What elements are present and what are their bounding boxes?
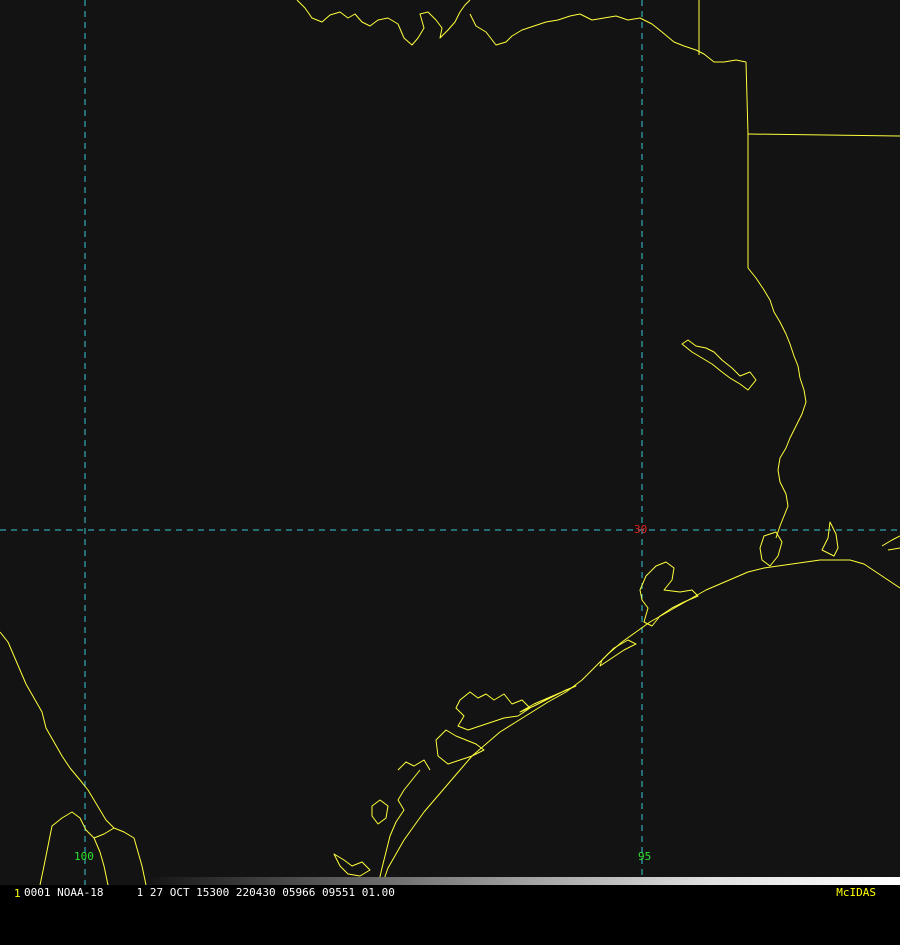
lake-outline <box>681 339 757 391</box>
map-overlay: 30 100 95 <box>0 0 900 886</box>
state-border-east <box>745 61 749 268</box>
corpus-christi-bay <box>435 729 485 765</box>
laguna-madre-inner <box>377 769 421 886</box>
la-coast-fragment <box>881 535 900 551</box>
rio-grande-border <box>0 631 147 886</box>
calcasieu-lake <box>821 521 839 557</box>
baffin-bay <box>333 853 371 877</box>
barrier-island-1 <box>599 639 637 667</box>
galveston-bay <box>639 561 699 627</box>
lat-label-30: 30 <box>634 523 647 536</box>
sabine-lake <box>759 531 783 567</box>
mexico-state-border-1 <box>39 811 109 886</box>
red-river-border <box>296 0 747 63</box>
barrier-island-2 <box>519 685 577 713</box>
matagorda-bay <box>455 691 531 731</box>
mcidas-brand-label: McIDAS <box>836 886 876 899</box>
lon-label-95: 95 <box>638 850 651 863</box>
state-border-ar-la <box>747 133 900 137</box>
lon-label-100: 100 <box>74 850 94 863</box>
image-metadata-text: 0001 NOAA-18 1 27 OCT 15300 220430 05966… <box>24 886 395 899</box>
satellite-image-frame: 30 100 95 <box>0 0 900 900</box>
mexico-state-border-2 <box>93 827 115 839</box>
sabine-river-border <box>747 267 807 539</box>
frame-number: 1 <box>14 887 21 900</box>
status-bar: 1 0001 NOAA-18 1 27 OCT 15300 220430 059… <box>0 885 900 900</box>
